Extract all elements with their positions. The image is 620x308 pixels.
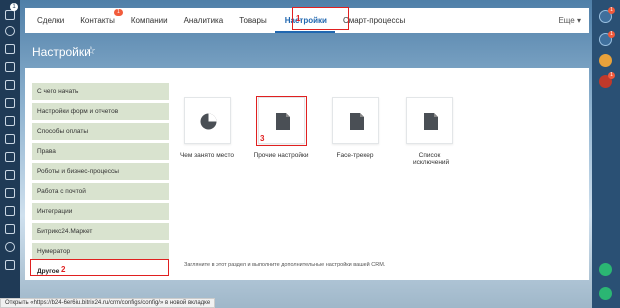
tab-analytics[interactable]: Аналитика <box>176 8 232 33</box>
menu-item-market[interactable]: Битрикс24.Маркет <box>32 223 169 240</box>
annotation-box-settings <box>292 7 349 30</box>
tile-face-tracker[interactable] <box>332 97 379 144</box>
tab-analytics-label: Аналитика <box>183 16 224 25</box>
drive-icon[interactable] <box>5 116 15 126</box>
document-icon <box>350 113 364 130</box>
contacts-counter: 1 <box>114 9 123 16</box>
menu-item-payment-methods[interactable]: Способы оплаты <box>32 123 169 140</box>
menu-item-integrations[interactable]: Интеграции <box>32 203 169 220</box>
mail-icon[interactable] <box>5 134 15 144</box>
section-hint: Загляните в этот раздел и выполните допо… <box>184 262 386 268</box>
avatar[interactable] <box>599 54 612 67</box>
crm-icon[interactable] <box>5 80 15 90</box>
tile-exclusions-label: Список исключений <box>413 152 450 166</box>
grid-icon[interactable] <box>5 224 15 234</box>
menu-item-forms-reports[interactable]: Настройки форм и отчетов <box>32 103 169 120</box>
annotation-number-2: 2 <box>61 265 66 274</box>
menu-item-getting-started[interactable]: С чего начать <box>32 83 169 100</box>
page-title: Настройки <box>32 45 91 59</box>
left-sidebar: 1 <box>0 0 20 308</box>
more-label: Еще <box>558 16 575 25</box>
tile-disk-usage-label: Чем занято место <box>179 152 235 159</box>
document-icon <box>424 113 438 130</box>
menu-badge: 1 <box>10 3 18 11</box>
menu-item-mail[interactable]: Работа с почтой <box>32 183 169 200</box>
lightning-icon[interactable] <box>5 26 15 36</box>
tile-face-tracker-label: Face-трекер <box>336 152 374 159</box>
tab-contacts-label: Контакты <box>80 16 115 25</box>
chat-icon[interactable] <box>5 44 15 54</box>
tile-other-settings-label: Прочие настройки <box>253 152 309 159</box>
contacts-icon[interactable] <box>5 152 15 162</box>
calendar-icon[interactable] <box>5 98 15 108</box>
tab-contacts[interactable]: Контакты 1 <box>72 8 123 33</box>
annotation-number-3: 3 <box>260 134 265 143</box>
menu-item-permissions[interactable]: Права <box>32 143 169 160</box>
sites-icon[interactable] <box>5 188 15 198</box>
tab-products-label: Товары <box>239 16 267 25</box>
code-icon[interactable] <box>5 206 15 216</box>
annotation-box-other <box>30 259 169 276</box>
right-sidebar: 1 1 1 <box>592 0 620 308</box>
robot-icon[interactable] <box>5 242 15 252</box>
tile-exclusions[interactable] <box>406 97 453 144</box>
tile-disk-usage[interactable] <box>184 97 231 144</box>
tab-smart-processes-label: Смарт-процессы <box>342 16 406 25</box>
settings-panel: С чего начать Настройки форм и отчетов С… <box>25 68 589 280</box>
more-menu[interactable]: Еще ▾ <box>558 8 581 33</box>
chat-badge: 1 <box>608 31 615 38</box>
open-lines-icon[interactable] <box>599 263 612 276</box>
notifications-badge: 1 <box>608 7 615 14</box>
menu-icon[interactable] <box>5 10 15 20</box>
annotation-number-1: 1 <box>296 14 301 23</box>
tasks-icon[interactable] <box>5 62 15 72</box>
menu-item-numerator[interactable]: Нумератор <box>32 243 169 260</box>
pie-chart-icon <box>200 113 217 130</box>
tab-deals-label: Сделки <box>37 16 65 25</box>
phone-icon[interactable] <box>599 287 612 300</box>
settings-menu: С чего начать Настройки форм и отчетов С… <box>32 83 169 283</box>
menu-item-robots[interactable]: Роботы и бизнес-процессы <box>32 163 169 180</box>
avatar-badge: 1 <box>608 72 615 79</box>
star-icon[interactable]: ☆ <box>86 44 96 57</box>
browser-status-bar: Открыть «https://b24-6er6iu.bitrix24.ru/… <box>0 298 216 308</box>
tab-companies[interactable]: Компании <box>123 8 176 33</box>
tab-deals[interactable]: Сделки <box>29 8 72 33</box>
tab-products[interactable]: Товары <box>231 8 275 33</box>
store-icon[interactable] <box>5 170 15 180</box>
more-icon[interactable] <box>5 260 15 270</box>
tab-companies-label: Компании <box>130 16 168 25</box>
